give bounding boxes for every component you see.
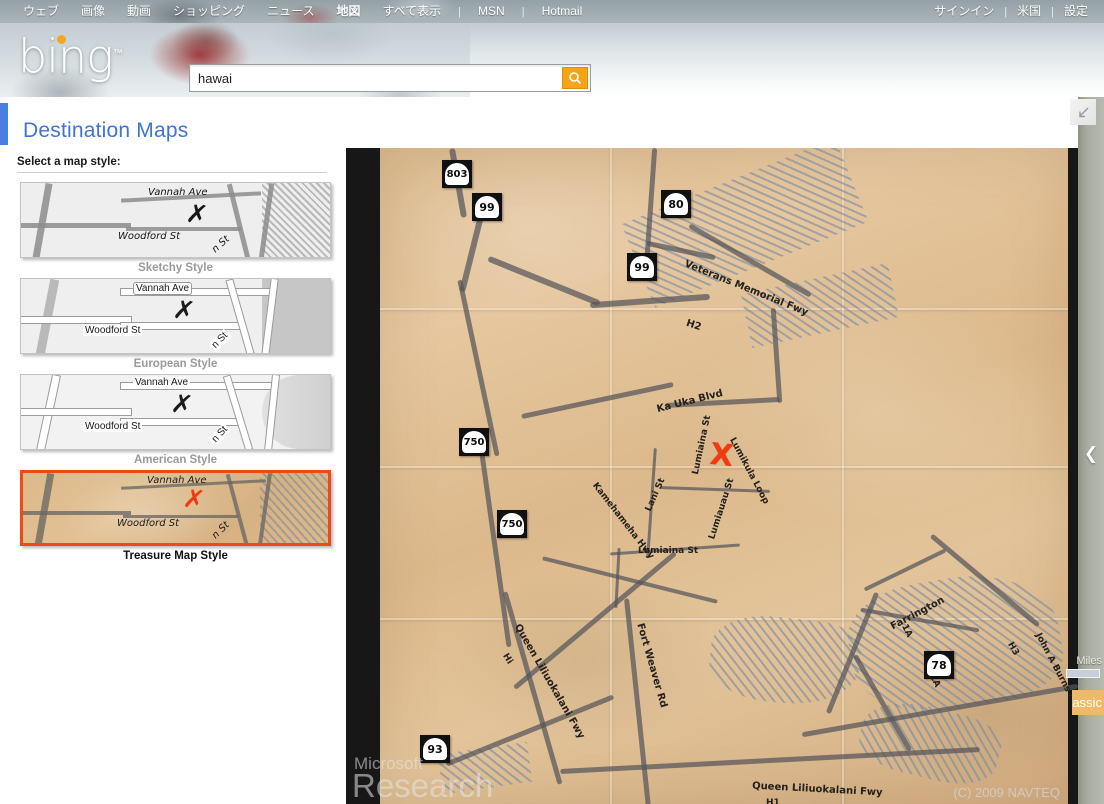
map-copyright: (C) 2009 NAVTEQ bbox=[953, 785, 1060, 800]
thumbnail-street-label: Woodford St bbox=[83, 421, 143, 432]
route-shield-number: 803 bbox=[445, 163, 469, 185]
route-shield-number: 80 bbox=[664, 193, 688, 215]
nav-link-hotmail[interactable]: Hotmail bbox=[531, 0, 594, 23]
thumbnail-destination-marker: ✗ bbox=[181, 483, 207, 517]
header-band: bing™ bbox=[0, 23, 1104, 97]
route-shield[interactable]: 99 bbox=[472, 193, 502, 221]
street-label: Lumiaina St bbox=[638, 546, 699, 556]
nav-link-show-all[interactable]: すべて表示 bbox=[371, 0, 452, 23]
thumbnail-street-label: Vannah Ave bbox=[133, 377, 191, 388]
route-shield-number: 750 bbox=[462, 431, 486, 453]
street-label: Fort Weaver Rd bbox=[634, 622, 669, 709]
map-scale-widget: Miles bbox=[1060, 655, 1102, 678]
route-shield-number: 99 bbox=[475, 196, 499, 218]
nav-link-msn[interactable]: MSN bbox=[467, 0, 516, 23]
thumbnail-destination-marker: ✗ bbox=[169, 388, 195, 422]
map-style-thumbnail[interactable]: Vannah Ave Woodford St n St ✗ bbox=[20, 278, 331, 354]
map-viewport[interactable]: Veterans Memorial Fwy H2 Ka Uka Blvd Lum… bbox=[346, 148, 1078, 804]
bing-logo[interactable]: bing™ bbox=[18, 31, 123, 79]
thumbnail-street-label: Woodford St bbox=[117, 518, 180, 529]
map-style-thumbnail[interactable]: Vannah Ave Woodford St n St ✗ bbox=[20, 374, 331, 450]
resize-diagonal-icon bbox=[1076, 105, 1091, 120]
route-shield[interactable]: 78 bbox=[924, 651, 954, 679]
map-style-caption: Treasure Map Style bbox=[123, 550, 228, 562]
street-label: H2 bbox=[684, 317, 703, 334]
thumbnail-street-label: n St bbox=[208, 328, 232, 353]
search-icon bbox=[568, 71, 582, 85]
chevron-left-icon[interactable]: ❮ bbox=[1082, 441, 1100, 467]
street-label: Hi bbox=[500, 651, 515, 667]
thumbnail-street-label: Woodford St bbox=[83, 325, 143, 336]
thumbnail-street-label: Vannah Ave bbox=[147, 475, 207, 486]
search-button[interactable] bbox=[562, 67, 588, 89]
thumbnail-street-label: Vannah Ave bbox=[133, 282, 193, 295]
title-accent-bar bbox=[0, 103, 8, 145]
thumbnail-art-american: Vannah Ave Woodford St n St ✗ bbox=[21, 375, 330, 449]
map-style-thumbnail[interactable]: Vannah Ave Woodford St n St ✗ bbox=[20, 470, 331, 546]
route-shield-number: 99 bbox=[630, 256, 654, 278]
nav-link-news[interactable]: ニュース bbox=[256, 0, 325, 23]
scale-label: Miles bbox=[1076, 655, 1102, 667]
map-style-option-american[interactable]: Vannah Ave Woodford St n St ✗ American S… bbox=[20, 374, 331, 466]
scale-bar bbox=[1066, 669, 1100, 678]
top-navigation-bar: ウェブ 画像 動画 ショッピング ニュース 地図 すべて表示 | MSN | H… bbox=[0, 0, 1104, 23]
watermark-line-2: Research bbox=[352, 767, 494, 804]
thumbnail-street-label: n St bbox=[208, 422, 232, 447]
thumbnail-street-label: Woodford St bbox=[118, 231, 181, 242]
classic-view-button[interactable]: Classic bbox=[1072, 690, 1104, 715]
thumbnail-street-label: n St bbox=[209, 233, 232, 256]
nav-separator: | bbox=[521, 5, 525, 18]
route-shield-number: 750 bbox=[500, 513, 524, 535]
nav-link-videos[interactable]: 動画 bbox=[116, 0, 162, 23]
destination-marker: X bbox=[708, 436, 735, 475]
search-bar bbox=[189, 64, 591, 92]
map-style-caption: European Style bbox=[133, 358, 218, 370]
map-style-option-sketchy[interactable]: Vannah Ave Woodford St n St ✗ Sketchy St… bbox=[20, 182, 331, 274]
thumbnail-art-treasure: Vannah Ave Woodford St n St ✗ bbox=[23, 473, 328, 543]
panel-resize-handle[interactable] bbox=[1070, 99, 1096, 125]
nav-link-region[interactable]: 米国 bbox=[1007, 0, 1051, 23]
trademark-symbol: ™ bbox=[112, 48, 123, 59]
treasure-map-canvas[interactable]: Veterans Memorial Fwy H2 Ka Uka Blvd Lum… bbox=[380, 148, 1078, 804]
select-map-style-label: Select a map style: bbox=[17, 156, 121, 168]
map-style-caption: Sketchy Style bbox=[138, 262, 213, 274]
route-shield[interactable]: 803 bbox=[442, 160, 472, 188]
page-title: Destination Maps bbox=[23, 119, 189, 142]
map-style-option-european[interactable]: Vannah Ave Woodford St n St ✗ European S… bbox=[20, 278, 331, 370]
left-panel: Select a map style: Vannah Ave Woodford … bbox=[0, 150, 344, 804]
bing-logo-dot bbox=[57, 35, 66, 44]
street-label: Queen Liliuokalani Fwy bbox=[751, 780, 883, 799]
thumbnail-destination-marker: ✗ bbox=[184, 198, 210, 232]
thumbnail-destination-marker: ✗ bbox=[171, 294, 197, 328]
map-style-caption: American Style bbox=[133, 454, 218, 466]
nav-link-images[interactable]: 画像 bbox=[70, 0, 116, 23]
nav-separator: | bbox=[458, 5, 462, 18]
thumbnail-art-european: Vannah Ave Woodford St n St ✗ bbox=[21, 279, 330, 353]
map-style-option-treasure[interactable]: Vannah Ave Woodford St n St ✗ Treasure M… bbox=[20, 470, 331, 562]
route-shield[interactable]: 99 bbox=[627, 253, 657, 281]
nav-link-web[interactable]: ウェブ bbox=[12, 0, 70, 23]
search-input[interactable] bbox=[190, 65, 562, 91]
nav-right-links: サインイン | 米国 | 設定 bbox=[924, 0, 1098, 23]
thumbnail-street-label: Vannah Ave bbox=[148, 187, 208, 198]
divider bbox=[17, 172, 327, 173]
route-shield[interactable]: 750 bbox=[497, 510, 527, 538]
route-shield-number: 78 bbox=[927, 654, 951, 676]
nav-link-signin[interactable]: サインイン bbox=[924, 0, 1004, 23]
route-shield[interactable]: 750 bbox=[459, 428, 489, 456]
map-style-thumbnail[interactable]: Vannah Ave Woodford St n St ✗ bbox=[20, 182, 331, 258]
thumbnail-street-label: n St bbox=[209, 519, 232, 542]
nav-link-settings[interactable]: 設定 bbox=[1054, 0, 1098, 23]
thumbnail-art-sketchy: Vannah Ave Woodford St n St ✗ bbox=[21, 183, 330, 257]
street-label: Lani St bbox=[643, 476, 668, 514]
route-shield[interactable]: 80 bbox=[661, 190, 691, 218]
nav-link-shopping[interactable]: ショッピング bbox=[162, 0, 256, 23]
microsoft-research-watermark: Microsoft Research bbox=[352, 755, 493, 802]
nav-link-maps[interactable]: 地図 bbox=[325, 0, 371, 23]
street-label: Lumiauau St bbox=[707, 477, 737, 541]
street-label: H1 bbox=[766, 798, 780, 804]
